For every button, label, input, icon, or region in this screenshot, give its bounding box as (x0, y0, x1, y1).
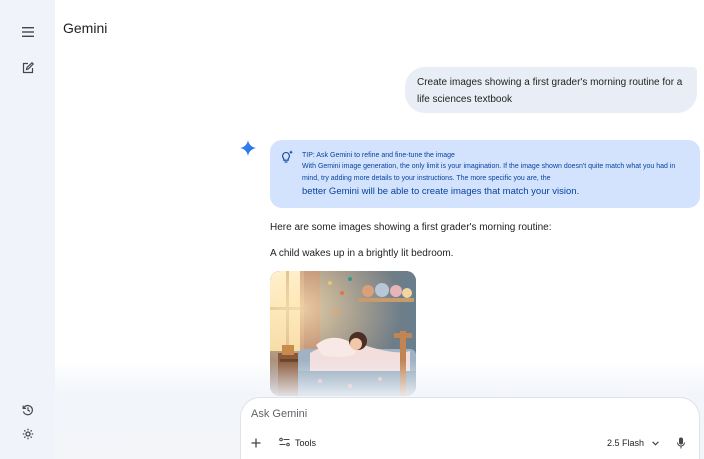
menu-icon[interactable] (16, 20, 40, 44)
new-chat-icon[interactable] (16, 56, 40, 80)
tip-body-large: better Gemini will be able to create ima… (302, 186, 580, 197)
model-selector[interactable]: 2.5 Flash (607, 436, 659, 450)
add-attachment-button[interactable] (251, 436, 261, 450)
tools-label: Tools (295, 438, 317, 448)
tip-card: TIP: Ask Gemini to refine and fine-tune … (270, 140, 700, 208)
app-title: Gemini (63, 20, 108, 36)
chevron-down-icon (652, 438, 659, 448)
lightbulb-sparkle-icon (280, 150, 294, 164)
gemini-spark-icon (240, 140, 256, 156)
tip-heading: TIP: Ask Gemini to refine and fine-tune … (302, 152, 455, 159)
tools-button[interactable]: Tools (279, 436, 316, 450)
activity-icon[interactable] (16, 398, 40, 422)
user-prompt-bubble: Create images showing a first grader's m… (405, 67, 697, 113)
tools-icon (279, 437, 290, 449)
side-rail (0, 0, 55, 459)
prompt-input[interactable]: Ask Gemini (251, 408, 307, 420)
image-caption: A child wakes up in a brightly lit bedro… (270, 248, 454, 259)
model-label: 2.5 Flash (607, 438, 645, 448)
microphone-icon[interactable] (677, 436, 689, 450)
response-intro: Here are some images showing a first gra… (270, 222, 552, 233)
settings-icon[interactable] (16, 422, 40, 446)
tip-body-small: With Gemini image generation, the only l… (302, 163, 676, 182)
prompt-composer[interactable]: Ask Gemini Tools 2.5 Flash (240, 397, 700, 459)
